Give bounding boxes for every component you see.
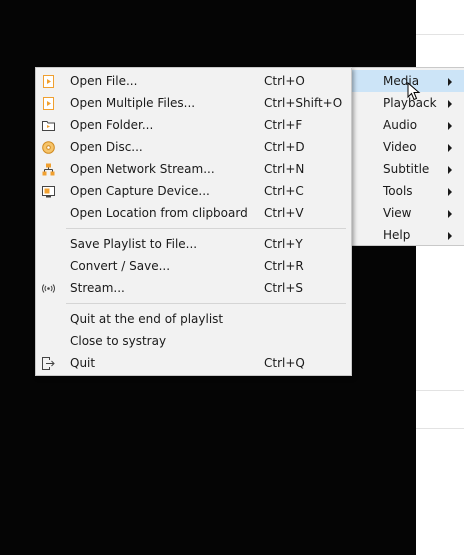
menu-item-save-playlist[interactable]: Save Playlist to File... Ctrl+Y (36, 233, 351, 255)
menu-item-open-capture-device[interactable]: Open Capture Device... Ctrl+C (36, 180, 351, 202)
menu-item-label: Subtitle (383, 162, 430, 176)
menu-item-open-disc[interactable]: Open Disc... Ctrl+D (36, 136, 351, 158)
menu-item-label: Stream... (70, 281, 125, 295)
mouse-cursor-icon (407, 82, 421, 101)
submenu-arrow-icon (448, 188, 452, 196)
shortcut-label: Ctrl+V (264, 206, 304, 220)
menu-item-label: Close to systray (70, 334, 167, 348)
menu-item-label: Quit at the end of playlist (70, 312, 224, 326)
menu-item-label: View (383, 206, 412, 220)
disc-icon (42, 141, 55, 154)
shortcut-label: Ctrl+F (264, 118, 303, 132)
menu-item-label: Audio (383, 118, 418, 132)
submenu-arrow-icon (448, 166, 452, 174)
shortcut-label: Ctrl+C (264, 184, 304, 198)
submenu-arrow-icon (448, 210, 452, 218)
menu-item-open-multiple-files[interactable]: Open Multiple Files... Ctrl+Shift+O (36, 92, 351, 114)
menu-item-quit-end-playlist[interactable]: Quit at the end of playlist (36, 308, 351, 330)
shortcut-label: Ctrl+Q (264, 356, 305, 370)
menu-item-view[interactable]: View (352, 202, 464, 224)
menu-item-label: Open File... (70, 74, 138, 88)
play-file-icon (43, 97, 54, 110)
stream-icon (42, 284, 55, 293)
capture-device-icon (42, 186, 55, 198)
menu-item-tools[interactable]: Tools (352, 180, 464, 202)
menu-item-label: Open Disc... (70, 140, 143, 154)
menu-separator (66, 303, 346, 304)
menu-item-open-file[interactable]: Open File... Ctrl+O (36, 70, 351, 92)
menu-item-label: Save Playlist to File... (70, 237, 198, 251)
menu-item-open-folder[interactable]: Open Folder... Ctrl+F (36, 114, 351, 136)
menu-item-quit[interactable]: Quit Ctrl+Q (36, 352, 351, 374)
menu-item-label: Convert / Save... (70, 259, 171, 273)
menu-item-open-network-stream[interactable]: Open Network Stream... Ctrl+N (36, 158, 351, 180)
menu-item-label: Open Capture Device... (70, 184, 210, 198)
menu-item-convert-save[interactable]: Convert / Save... Ctrl+R (36, 255, 351, 277)
menu-item-label: Open Multiple Files... (70, 96, 196, 110)
menu-item-label: Tools (383, 184, 413, 198)
shortcut-label: Ctrl+O (264, 74, 305, 88)
menu-item-close-to-systray[interactable]: Close to systray (36, 330, 351, 352)
menu-item-open-location-clipboard[interactable]: Open Location from clipboard Ctrl+V (36, 202, 351, 224)
menu-item-audio[interactable]: Audio (352, 114, 464, 136)
submenu-arrow-icon (448, 78, 452, 86)
menu-item-help[interactable]: Help (352, 224, 464, 246)
submenu-arrow-icon (448, 100, 452, 108)
quit-icon (42, 357, 55, 370)
shortcut-label: Ctrl+Y (264, 237, 303, 251)
network-icon (42, 163, 55, 176)
menu-item-label: Quit (70, 356, 96, 370)
shortcut-label: Ctrl+S (264, 281, 304, 295)
submenu-arrow-icon (448, 144, 452, 152)
play-file-icon (43, 75, 54, 88)
menu-item-label: Help (383, 228, 411, 242)
media-submenu: Open File... Ctrl+O Open Multiple Files.… (35, 67, 352, 376)
menu-item-label: Open Network Stream... (70, 162, 215, 176)
shortcut-label: Ctrl+R (264, 259, 304, 273)
shortcut-label: Ctrl+Shift+O (264, 96, 343, 110)
menu-item-subtitle[interactable]: Subtitle (352, 158, 464, 180)
menu-separator (66, 228, 346, 229)
menu-item-label: Open Location from clipboard (70, 206, 248, 220)
shortcut-label: Ctrl+N (264, 162, 305, 176)
menu-item-video[interactable]: Video (352, 136, 464, 158)
menu-item-stream[interactable]: Stream... Ctrl+S (36, 277, 351, 299)
menu-item-label: Open Folder... (70, 118, 154, 132)
submenu-arrow-icon (448, 232, 452, 240)
submenu-arrow-icon (448, 122, 452, 130)
menu-item-label: Video (383, 140, 417, 154)
shortcut-label: Ctrl+D (264, 140, 305, 154)
folder-icon (42, 121, 55, 131)
